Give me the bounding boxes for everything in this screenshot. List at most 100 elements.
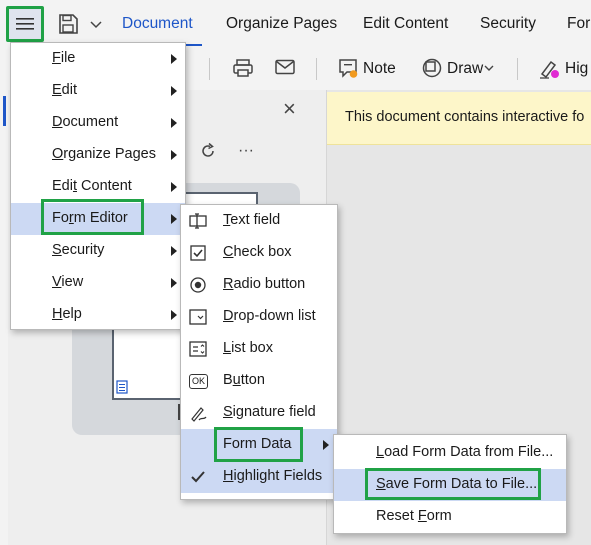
- menu-label-part: F: [417, 508, 427, 524]
- submenu-arrow-icon: [171, 310, 177, 320]
- submenu-arrow-icon: [171, 214, 177, 224]
- menu-item-check-box[interactable]: Check box: [181, 237, 337, 269]
- menu-label-part: S: [52, 242, 62, 258]
- menu-label-part: V: [52, 274, 62, 290]
- menu-item-label: Document: [52, 114, 118, 130]
- draw-shape-icon[interactable]: [421, 57, 443, 79]
- menu-item-document[interactable]: Document: [11, 107, 185, 139]
- highlight-button-label[interactable]: Hig: [565, 60, 588, 78]
- ok-button-icon: OK: [189, 374, 209, 389]
- page-annotation-icon: [116, 380, 128, 394]
- menu-item-label: Radio button: [223, 276, 305, 292]
- rotate-icon[interactable]: [199, 142, 217, 160]
- main-menu: File Edit Document Organize Pages Edit Conte…: [10, 42, 186, 330]
- list-box-icon: [189, 340, 207, 362]
- tab-edit-content[interactable]: Edit Content: [363, 15, 448, 33]
- menu-item-help[interactable]: Help: [11, 299, 185, 331]
- highlighter-icon[interactable]: [538, 58, 562, 80]
- menu-label-part: ile: [60, 50, 76, 66]
- menu-item-reset-form[interactable]: Reset Form: [334, 501, 566, 533]
- menu-item-label: Text field: [223, 212, 280, 228]
- form-data-highlight-box: [214, 427, 303, 462]
- left-rail: [0, 90, 8, 545]
- menu-item-label: Organize Pages: [52, 146, 156, 162]
- menu-label-part: ignature field: [232, 404, 316, 420]
- menu-item-signature-field[interactable]: Signature field: [181, 397, 337, 429]
- menu-item-label: Edit: [52, 82, 77, 98]
- submenu-arrow-icon: [171, 182, 177, 192]
- menu-item-view[interactable]: View: [11, 267, 185, 299]
- form-data-submenu: Load Form Data from File... Save Form Dat…: [333, 434, 567, 534]
- menu-item-security[interactable]: Security: [11, 235, 185, 267]
- tab-security[interactable]: Security: [480, 15, 536, 33]
- menu-item-edit[interactable]: Edit: [11, 75, 185, 107]
- banner-text: This document contains interactive fo: [345, 109, 585, 125]
- menu-item-organize-pages[interactable]: Organize Pages: [11, 139, 185, 171]
- menu-item-highlight-fields[interactable]: Highlight Fields: [181, 461, 337, 493]
- menu-label-part: C: [223, 244, 234, 260]
- menu-label-part: L: [223, 340, 232, 356]
- menu-item-label: File: [52, 50, 75, 66]
- menu-label-part: oad Form Data from File...: [384, 444, 554, 460]
- draw-button-label[interactable]: Draw: [447, 60, 483, 78]
- menu-item-label: View: [52, 274, 83, 290]
- menu-item-load-form-data[interactable]: Load Form Data from File...: [334, 437, 566, 469]
- menu-item-label: Check box: [223, 244, 292, 260]
- more-options-icon[interactable]: ···: [238, 142, 254, 160]
- save-form-data-highlight-box: [365, 468, 541, 500]
- menu-item-label: Signature field: [223, 404, 316, 420]
- tab-forms[interactable]: Forr: [567, 15, 591, 33]
- menu-label-part: O: [52, 146, 64, 162]
- menu-item-label: Reset Form: [376, 508, 452, 524]
- menu-item-drop-down-list[interactable]: Drop-down list: [181, 301, 337, 333]
- tab-organize-pages[interactable]: Organize Pages: [226, 15, 337, 33]
- menu-item-label: Highlight Fields: [223, 468, 322, 484]
- menu-item-button[interactable]: OK Button: [181, 365, 337, 397]
- menu-label-part: elp: [62, 306, 82, 322]
- toolbar-separator: [209, 58, 210, 80]
- menu-label-part: E: [52, 82, 62, 98]
- note-button-label[interactable]: Note: [363, 60, 396, 78]
- chevron-down-icon[interactable]: [88, 15, 104, 33]
- menu-label-part: D: [52, 114, 63, 130]
- toolbar-separator: [316, 58, 317, 80]
- submenu-arrow-icon: [171, 150, 177, 160]
- menu-label-part: ist box: [231, 340, 273, 356]
- text-field-icon: [189, 212, 207, 234]
- menu-label-part: adio button: [233, 276, 306, 292]
- submenu-arrow-icon: [171, 278, 177, 288]
- main-menu-button[interactable]: [6, 6, 44, 42]
- checkbox-icon: [189, 244, 207, 266]
- note-icon[interactable]: [338, 58, 360, 80]
- menu-item-label: Drop-down list: [223, 308, 316, 324]
- menu-item-label: Edit Content: [52, 178, 132, 194]
- save-icon[interactable]: [56, 12, 80, 36]
- submenu-arrow-icon: [323, 440, 329, 450]
- menu-label-part: tton: [240, 372, 265, 388]
- menu-label-part: H: [223, 468, 234, 484]
- radio-button-icon: [189, 276, 207, 298]
- form-editor-highlight-box: [41, 199, 144, 235]
- checkmark-icon: [189, 468, 207, 490]
- menu-item-label: Help: [52, 306, 82, 322]
- menu-item-text-field[interactable]: Text field: [181, 205, 337, 237]
- tab-document[interactable]: Document: [122, 15, 193, 33]
- menu-label-part: Content: [77, 178, 132, 194]
- mail-icon[interactable]: [275, 59, 295, 75]
- menu-label-part: ocument: [62, 114, 119, 130]
- menu-item-file[interactable]: File: [11, 43, 185, 75]
- signature-icon: [189, 404, 207, 426]
- menu-item-label: Security: [52, 242, 104, 258]
- menu-label-part: Reset: [376, 508, 418, 524]
- menu-label-part: D: [223, 308, 234, 324]
- dropdown-list-icon: [189, 308, 207, 330]
- menu-label-part: Edi: [52, 178, 73, 194]
- menu-item-radio-button[interactable]: Radio button: [181, 269, 337, 301]
- printer-icon[interactable]: [232, 58, 254, 78]
- chevron-down-icon[interactable]: [483, 63, 495, 73]
- menu-item-list-box[interactable]: List box: [181, 333, 337, 365]
- menu-label-part: heck box: [233, 244, 292, 260]
- menu-label-part: R: [223, 276, 234, 292]
- close-icon[interactable]: ×: [283, 96, 296, 122]
- menu-item-label: Button: [223, 372, 265, 388]
